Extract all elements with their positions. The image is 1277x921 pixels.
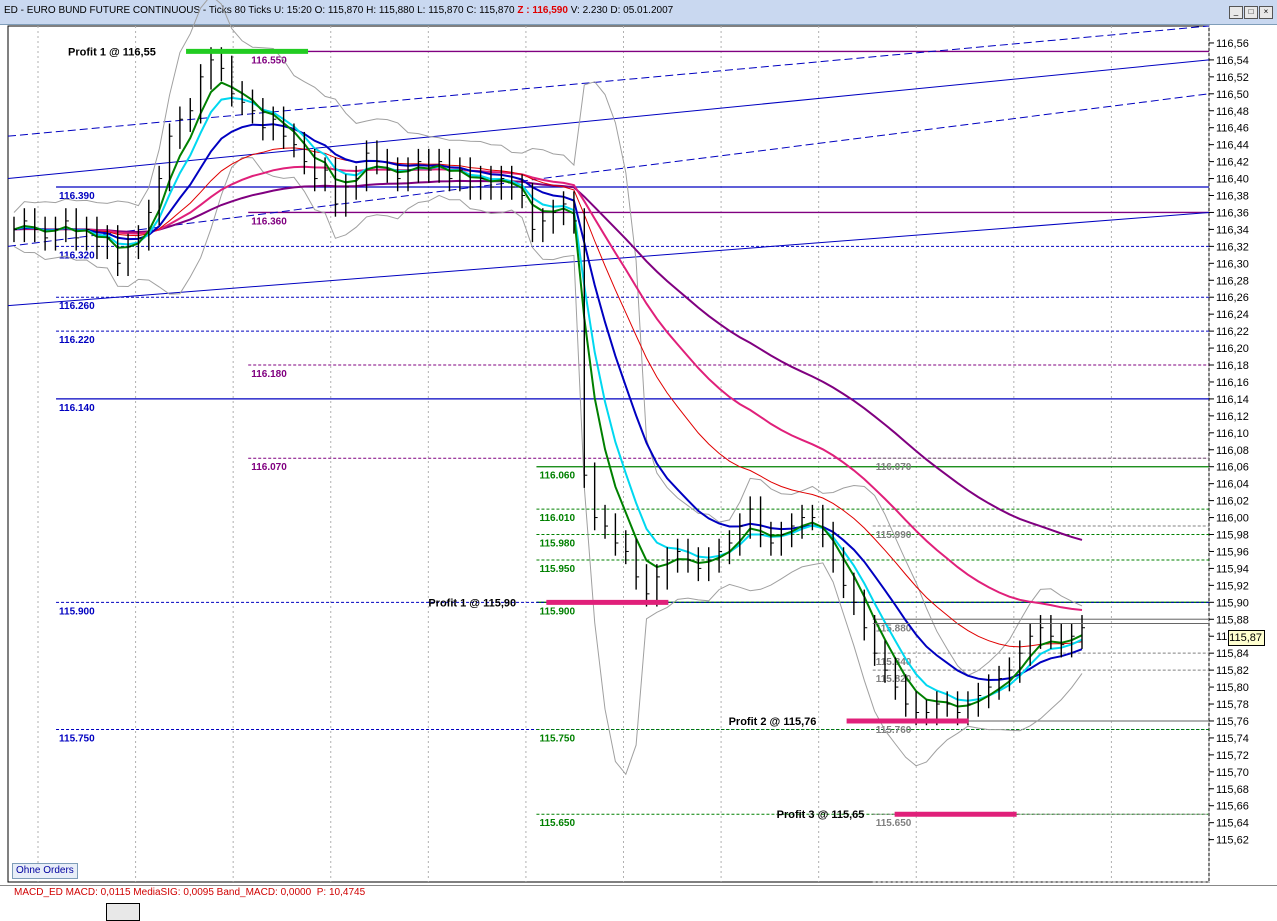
level-label: 116.180: [251, 369, 287, 380]
y-tick-label: 116,44: [1216, 140, 1249, 152]
last-price-label: 115,87: [1228, 630, 1265, 646]
chart-window: ED - EURO BUND FUTURE CONTINUOUS - Ticks…: [0, 0, 1277, 921]
time-axis: [0, 901, 1277, 921]
y-tick-label: 116,56: [1216, 38, 1249, 50]
level-label: 116.320: [59, 250, 95, 261]
level-label: 116.060: [539, 471, 575, 482]
y-tick-label: 116,38: [1216, 191, 1249, 203]
y-tick-label: 116,08: [1216, 445, 1249, 457]
y-tick-label: 116,24: [1216, 309, 1249, 321]
level-label: 116.360: [251, 216, 287, 227]
y-tick-label: 116,04: [1216, 479, 1249, 491]
y-tick-label: 115,66: [1216, 801, 1249, 813]
profit-annotation: Profit 3 @ 115,65: [777, 809, 865, 821]
y-tick-label: 115,68: [1216, 784, 1249, 796]
y-tick-label: 116,50: [1216, 89, 1249, 101]
y-tick-label: 115,64: [1216, 818, 1249, 830]
y-tick-label: 115,98: [1216, 530, 1249, 542]
y-tick-label: 116,40: [1216, 174, 1249, 186]
level-label: 115.900: [59, 606, 95, 617]
profit-annotation: Profit 2 @ 115,76: [729, 716, 817, 728]
orders-button[interactable]: Ohne Orders: [12, 863, 78, 879]
y-tick-label: 115,92: [1216, 580, 1249, 592]
y-tick-label: 116,00: [1216, 513, 1249, 525]
level-label: 115.990: [876, 530, 912, 541]
level-label: 116.010: [539, 513, 575, 524]
level-label: 115.980: [539, 539, 575, 550]
y-tick-label: 115,82: [1216, 665, 1249, 677]
level-label: 115.650: [876, 818, 912, 829]
y-tick-label: 115,74: [1216, 733, 1249, 745]
trend-line: [7, 211, 1210, 307]
level-label: 115.650: [539, 818, 575, 829]
level-label: 115.760: [876, 725, 912, 736]
y-tick-label: 116,30: [1216, 258, 1249, 270]
plot-frame: [7, 25, 1210, 883]
macd-p: P: 10,4745: [316, 887, 366, 898]
y-tick-label: 116,20: [1216, 343, 1249, 355]
y-tick-label: 115,90: [1216, 597, 1249, 609]
y-tick-label: 116,32: [1216, 241, 1249, 253]
y-tick-label: 115,76: [1216, 716, 1249, 728]
trend-line: [7, 93, 1210, 247]
y-tick-label: 116,14: [1216, 394, 1249, 406]
y-tick-label: 116,02: [1216, 496, 1249, 508]
level-label: 115.950: [539, 564, 575, 575]
y-tick-label: 116,42: [1216, 157, 1249, 169]
level-label: 115.750: [539, 733, 575, 744]
y-tick-label: 116,34: [1216, 224, 1249, 236]
y-tick-label: 115,88: [1216, 614, 1249, 626]
y-tick-label: 115,72: [1216, 750, 1249, 762]
y-tick-label: 115,70: [1216, 767, 1249, 779]
level-label: 116.550: [251, 55, 287, 66]
y-tick-label: 115,62: [1216, 835, 1249, 847]
level-label: 115.750: [59, 733, 95, 744]
y-tick-label: 116,26: [1216, 292, 1249, 304]
y-tick-label: 116,18: [1216, 360, 1249, 372]
bollinger-lower: [13, 156, 1083, 776]
y-tick-label: 116,46: [1216, 123, 1249, 135]
y-tick-label: 115,96: [1216, 546, 1249, 558]
y-tick-label: 116,22: [1216, 326, 1249, 338]
level-label: 116.070: [251, 462, 287, 473]
y-tick-label: 115,80: [1216, 682, 1249, 694]
y-tick-label: 116,48: [1216, 106, 1249, 118]
profit-annotation: Profit 1 @ 115,90: [428, 597, 516, 609]
y-tick-label: 116,16: [1216, 377, 1249, 389]
y-tick-label: 116,52: [1216, 72, 1249, 84]
profit-annotation: Profit 1 @ 116,55: [68, 46, 156, 58]
y-tick-label: 116,36: [1216, 207, 1249, 219]
price-chart[interactable]: 7:11:3905.01.0708:45:3710:11:0111:08:231…: [0, 0, 1277, 921]
macd-values: MACD_ED MACD: 0,0115 MediaSIG: 0,0095 Ba…: [14, 887, 312, 898]
level-label: 116.220: [59, 335, 95, 346]
level-label: 115.900: [539, 606, 575, 617]
level-label: 116.260: [59, 301, 95, 312]
y-tick-label: 116,06: [1216, 462, 1249, 474]
y-tick-label: 116,10: [1216, 428, 1249, 440]
y-tick-label: 115,78: [1216, 699, 1249, 711]
level-label: 116.070: [876, 462, 912, 473]
y-tick-label: 116,54: [1216, 55, 1249, 67]
y-tick-label: 116,12: [1216, 411, 1249, 423]
scroll-slider[interactable]: [106, 903, 140, 921]
y-tick-label: 116,28: [1216, 275, 1249, 287]
y-tick-label: 115,84: [1216, 648, 1249, 660]
y-tick-label: 115,94: [1216, 563, 1249, 575]
macd-panel-header: MACD_ED MACD: 0,0115 MediaSIG: 0,0095 Ba…: [0, 885, 1277, 902]
level-label: 116.140: [59, 403, 95, 414]
